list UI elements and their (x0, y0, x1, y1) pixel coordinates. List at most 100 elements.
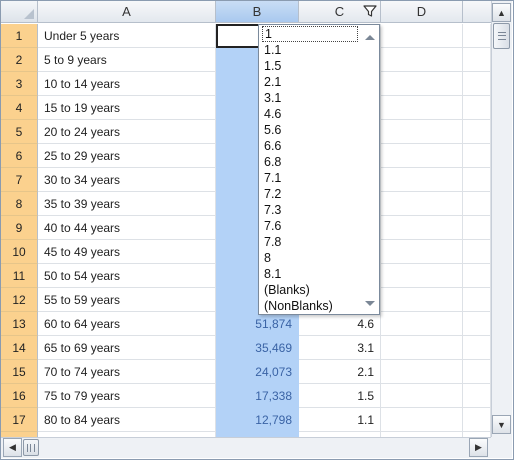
vertical-scrollbar[interactable]: ▲ ▼ (491, 1, 512, 437)
grid-cell[interactable]: 51,874 (216, 312, 299, 336)
grid-cell[interactable]: 5 to 9 years (38, 48, 216, 72)
grid-cell[interactable]: 50 to 54 years (38, 264, 216, 288)
grid-cell[interactable]: 1.1 (299, 408, 381, 432)
filter-option[interactable]: 7.6 (262, 218, 362, 234)
row-header[interactable]: 15 (1, 360, 38, 384)
grid-cell[interactable]: Under 5 years (38, 24, 216, 48)
grid-cell[interactable] (463, 288, 491, 312)
grid-cell[interactable]: 45 to 49 years (38, 240, 216, 264)
filter-option[interactable]: 1 (262, 26, 358, 42)
grid-cell[interactable]: 15 to 19 years (38, 96, 216, 120)
grid-cell[interactable] (381, 192, 463, 216)
grid-cell[interactable]: 10 to 14 years (38, 72, 216, 96)
grid-cell[interactable] (381, 144, 463, 168)
filter-option[interactable]: 6.8 (262, 154, 362, 170)
filter-option[interactable]: 8 (262, 250, 362, 266)
horizontal-scroll-thumb[interactable] (23, 439, 39, 456)
grid-cell[interactable]: 35 to 39 years (38, 192, 216, 216)
left-arrow-icon[interactable]: ◀ (3, 438, 22, 457)
filter-option[interactable]: 2.1 (262, 74, 362, 90)
grid-cell[interactable] (463, 264, 491, 288)
grid-cell[interactable] (463, 96, 491, 120)
row-header[interactable]: 9 (1, 216, 38, 240)
grid-cell[interactable] (381, 120, 463, 144)
grid-cell[interactable] (463, 216, 491, 240)
grid-cell[interactable] (381, 336, 463, 360)
row-header[interactable]: 3 (1, 72, 38, 96)
grid-cell[interactable] (463, 360, 491, 384)
filter-option[interactable]: 5.6 (262, 122, 362, 138)
filter-option[interactable]: 7.1 (262, 170, 362, 186)
row-header[interactable]: 11 (1, 264, 38, 288)
grid-cell[interactable] (463, 336, 491, 360)
column-header-b[interactable]: B (216, 1, 299, 23)
column-header-c[interactable]: C (299, 1, 381, 23)
filter-dropdown-list[interactable]: 1 1.1 1.5 2.1 3.1 4.6 5.6 6.6 6.8 7.1 7.2 7.3 7.6 7.8… (258, 24, 380, 315)
grid-cell[interactable] (463, 72, 491, 96)
grid-cell[interactable] (381, 264, 463, 288)
grid-cell[interactable]: 40 to 44 years (38, 216, 216, 240)
row-header[interactable]: 14 (1, 336, 38, 360)
grid-cell[interactable] (463, 168, 491, 192)
vertical-scroll-thumb[interactable] (493, 23, 510, 49)
dropdown-up-arrow-icon[interactable] (365, 35, 375, 40)
filter-option[interactable]: 3.1 (262, 90, 362, 106)
grid-cell[interactable]: 55 to 59 years (38, 288, 216, 312)
grid-cell[interactable]: 35,469 (216, 336, 299, 360)
grid-cell[interactable]: 2.1 (299, 360, 381, 384)
grid-cell[interactable]: 80 to 84 years (38, 408, 216, 432)
row-header[interactable]: 16 (1, 384, 38, 408)
row-header[interactable]: 10 (1, 240, 38, 264)
grid-cell[interactable] (381, 360, 463, 384)
filter-option[interactable]: 6.6 (262, 138, 362, 154)
grid-cell[interactable]: 25 to 29 years (38, 144, 216, 168)
right-arrow-icon[interactable]: ▶ (469, 438, 488, 457)
row-header[interactable]: 2 (1, 48, 38, 72)
horizontal-scrollbar[interactable]: ◀ ▶ (1, 437, 491, 458)
row-header[interactable]: 4 (1, 96, 38, 120)
select-all-corner[interactable] (1, 1, 38, 23)
filter-funnel-icon[interactable] (363, 4, 377, 18)
grid-cell[interactable] (463, 48, 491, 72)
grid-cell[interactable] (463, 192, 491, 216)
grid-cell[interactable] (381, 24, 463, 48)
dropdown-down-arrow-icon[interactable] (365, 301, 375, 306)
grid-cell[interactable] (381, 240, 463, 264)
filter-option[interactable]: 4.6 (262, 106, 362, 122)
filter-option[interactable]: (Blanks) (262, 282, 362, 298)
filter-option[interactable]: 7.8 (262, 234, 362, 250)
grid-cell[interactable]: 3.1 (299, 336, 381, 360)
row-header[interactable]: 13 (1, 312, 38, 336)
row-header[interactable]: 1 (1, 24, 38, 48)
grid-cell[interactable] (381, 96, 463, 120)
grid-cell[interactable] (381, 408, 463, 432)
grid-cell[interactable] (381, 384, 463, 408)
grid-cell[interactable] (381, 48, 463, 72)
grid-cell[interactable]: 30 to 34 years (38, 168, 216, 192)
grid-cell[interactable] (381, 216, 463, 240)
filter-option[interactable]: 7.2 (262, 186, 362, 202)
row-header[interactable]: 17 (1, 408, 38, 432)
filter-option[interactable]: 1.1 (262, 42, 362, 58)
grid-cell[interactable] (381, 168, 463, 192)
grid-cell[interactable]: 4.6 (299, 312, 381, 336)
filter-option[interactable]: 8.1 (262, 266, 362, 282)
grid-cell[interactable] (463, 144, 491, 168)
grid-cell[interactable]: 24,073 (216, 360, 299, 384)
grid-cell[interactable]: 65 to 69 years (38, 336, 216, 360)
row-header[interactable]: 6 (1, 144, 38, 168)
grid-cell[interactable]: 70 to 74 years (38, 360, 216, 384)
grid-cell[interactable] (463, 120, 491, 144)
grid-cell[interactable]: 75 to 79 years (38, 384, 216, 408)
grid-cell[interactable] (463, 312, 491, 336)
down-arrow-icon[interactable]: ▼ (492, 415, 511, 434)
grid-cell[interactable]: 60 to 64 years (38, 312, 216, 336)
filter-option[interactable]: 7.3 (262, 202, 362, 218)
up-arrow-icon[interactable]: ▲ (492, 3, 511, 22)
row-header[interactable]: 8 (1, 192, 38, 216)
filter-option[interactable]: (NonBlanks) (262, 298, 362, 314)
filter-option[interactable]: 1.5 (262, 58, 362, 74)
row-header[interactable]: 5 (1, 120, 38, 144)
row-header[interactable]: 12 (1, 288, 38, 312)
grid-cell[interactable]: 12,798 (216, 408, 299, 432)
